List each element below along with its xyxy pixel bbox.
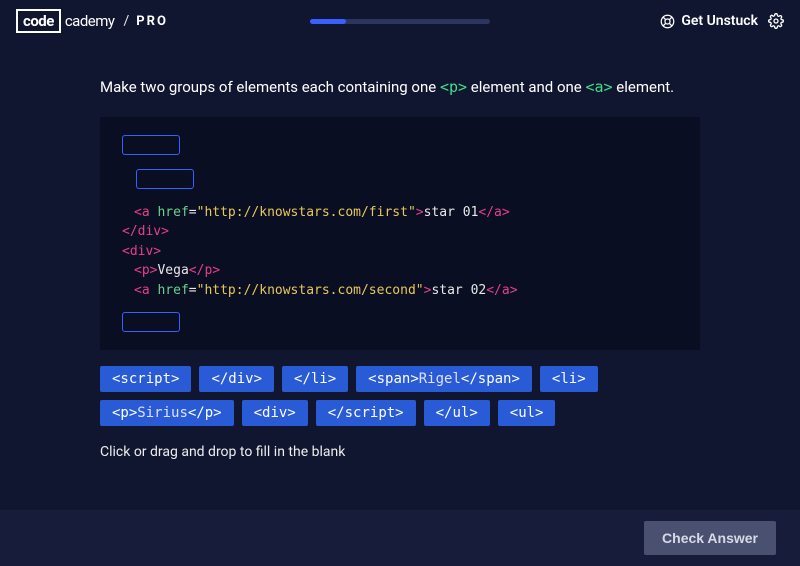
option-chip[interactable]: <div>: [242, 400, 308, 426]
code-line: </div>: [122, 222, 688, 242]
logo-slash: /: [124, 13, 130, 29]
option-chip[interactable]: <span>Rigel</span>: [356, 366, 532, 392]
code-line: <a href="http://knowstars.com/second">st…: [134, 281, 688, 301]
code-editor: <a href="http://knowstars.com/first">sta…: [100, 117, 700, 351]
hint-text: Click or drag and drop to fill in the bl…: [100, 444, 700, 460]
option-chip[interactable]: </script>: [316, 400, 416, 426]
option-chip[interactable]: <script>: [100, 366, 191, 392]
blank-slot[interactable]: [122, 312, 180, 332]
progress-fill: [310, 19, 346, 24]
options-tray: <script> </div> </li> <span>Rigel</span> <li…: [100, 366, 700, 426]
prompt: Make two groups of elements each contain…: [100, 76, 700, 99]
option-chip[interactable]: <p>Sirius</p>: [100, 400, 234, 426]
option-chip[interactable]: </li>: [282, 366, 348, 392]
code-line: <div>: [122, 242, 688, 262]
header: codecademy / PRO Get Unstuck: [0, 0, 800, 42]
footer: Check Answer: [0, 510, 800, 566]
prompt-text: element.: [613, 78, 675, 96]
prompt-text: Make two groups of elements each contain…: [100, 78, 440, 96]
blank-slot[interactable]: [122, 135, 180, 155]
get-unstuck-label: Get Unstuck: [681, 13, 758, 29]
option-chip[interactable]: <li>: [540, 366, 598, 392]
header-right: Get Unstuck: [659, 13, 784, 29]
logo-pro: PRO: [136, 14, 168, 29]
logo[interactable]: codecademy / PRO: [16, 9, 168, 33]
gear-icon[interactable]: [768, 13, 784, 29]
prompt-tag-p: <p>: [440, 78, 467, 96]
prompt-tag-a: <a>: [585, 78, 612, 96]
option-chip[interactable]: </div>: [199, 366, 274, 392]
progress-bar: [310, 19, 490, 24]
prompt-text: element and one: [467, 78, 585, 96]
option-chip[interactable]: <ul>: [498, 400, 556, 426]
code-line: <a href="http://knowstars.com/first">sta…: [134, 203, 688, 223]
code-line: <p>Vega</p>: [134, 261, 688, 281]
option-chip[interactable]: </ul>: [424, 400, 490, 426]
blank-slot[interactable]: [136, 169, 194, 189]
check-answer-button[interactable]: Check Answer: [644, 521, 776, 555]
content: Make two groups of elements each contain…: [0, 42, 800, 460]
logo-text: cademy: [65, 12, 115, 30]
logo-box: code: [16, 9, 61, 33]
life-ring-icon: [659, 13, 675, 29]
get-unstuck-button[interactable]: Get Unstuck: [659, 13, 758, 29]
